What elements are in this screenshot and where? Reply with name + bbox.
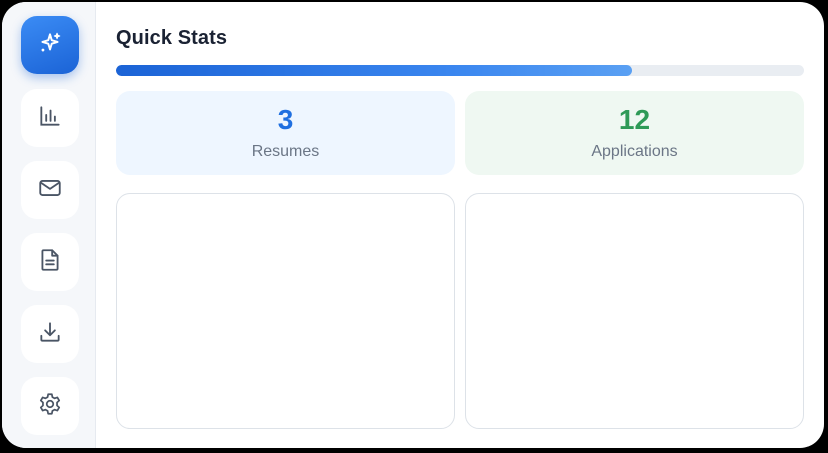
sidebar-item-downloads[interactable] (21, 305, 79, 363)
progress-bar-fill (116, 65, 632, 76)
stat-label: Resumes (251, 142, 320, 160)
download-icon (37, 319, 63, 350)
stat-value: 3 (277, 103, 294, 135)
bar-chart-icon (37, 103, 63, 134)
stat-value: 12 (618, 103, 651, 135)
progress-bar (116, 65, 804, 76)
page-title: Quick Stats (116, 27, 228, 49)
stat-card-resumes[interactable]: 3 Resumes (116, 91, 455, 175)
sparkles-icon (37, 30, 63, 61)
gear-icon (37, 391, 63, 422)
main-content: Quick Stats 3 Resumes 12 Applications (96, 2, 824, 448)
sidebar-item-settings[interactable] (21, 377, 79, 435)
sidebar-item-analytics[interactable] (21, 89, 79, 147)
content-panel-right (465, 193, 804, 429)
mail-icon (37, 175, 63, 206)
stat-card-applications[interactable]: 12 Applications (465, 91, 804, 175)
app-window: Quick Stats 3 Resumes 12 Applications (2, 2, 824, 448)
sidebar-item-documents[interactable] (21, 233, 79, 291)
sidebar (2, 2, 96, 448)
stat-label: Applications (591, 142, 678, 160)
sidebar-item-messages[interactable] (21, 161, 79, 219)
sidebar-item-assistant[interactable] (21, 16, 79, 74)
document-icon (37, 247, 63, 278)
content-panel-left (116, 193, 455, 429)
